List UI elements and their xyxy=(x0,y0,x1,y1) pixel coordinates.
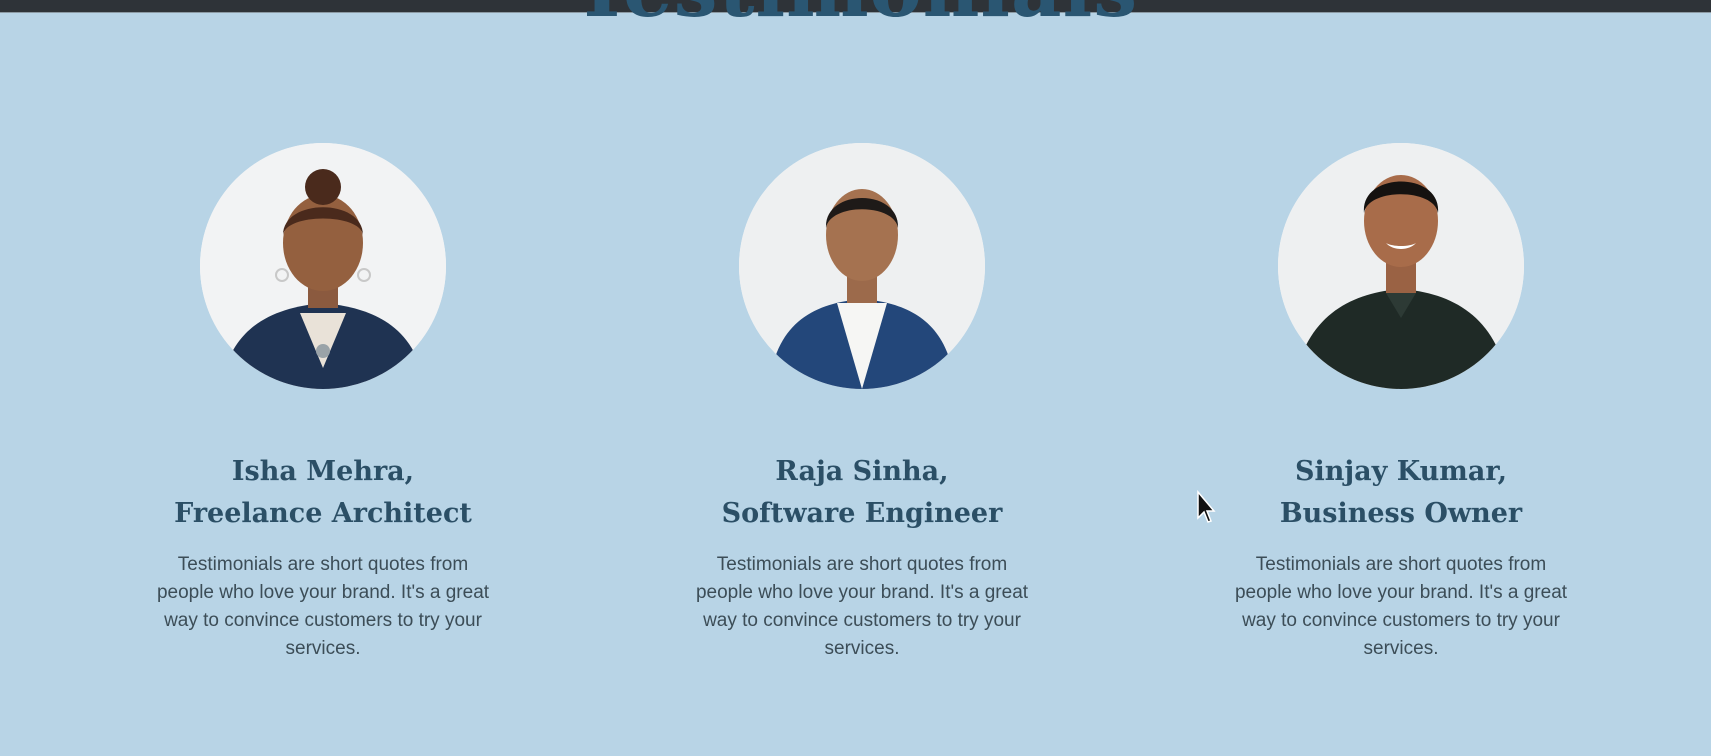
testimonial-name: Raja Sinha, Software Engineer xyxy=(662,451,1062,535)
person-name: Raja Sinha, xyxy=(775,456,949,487)
mouse-cursor-icon xyxy=(1197,490,1216,523)
testimonial-name: Isha Mehra, Freelance Architect xyxy=(123,451,523,535)
testimonial-name: Sinjay Kumar, Business Owner xyxy=(1201,451,1601,535)
testimonial-card-isha-mehra: Isha Mehra, Freelance Architect Testimon… xyxy=(123,143,523,663)
testimonial-quote: Testimonials are short quotes from peopl… xyxy=(1234,554,1568,659)
avatar xyxy=(200,143,446,389)
testimonial-card-raja-sinha: Raja Sinha, Software Engineer Testimonia… xyxy=(662,143,1062,663)
person-name: Isha Mehra, xyxy=(231,456,415,487)
avatar xyxy=(1278,143,1524,389)
testimonial-quote: Testimonials are short quotes from peopl… xyxy=(695,554,1029,659)
section-title: Testimonials xyxy=(0,0,1711,35)
person-role: Business Owner xyxy=(1279,498,1523,529)
avatar xyxy=(739,143,985,389)
person-role: Software Engineer xyxy=(721,498,1003,529)
person-name: Sinjay Kumar, xyxy=(1295,456,1507,487)
testimonial-card-sinjay-kumar: Sinjay Kumar, Business Owner Testimonial… xyxy=(1201,143,1601,663)
testimonial-quote: Testimonials are short quotes from peopl… xyxy=(156,554,490,659)
person-role: Freelance Architect xyxy=(174,498,472,529)
